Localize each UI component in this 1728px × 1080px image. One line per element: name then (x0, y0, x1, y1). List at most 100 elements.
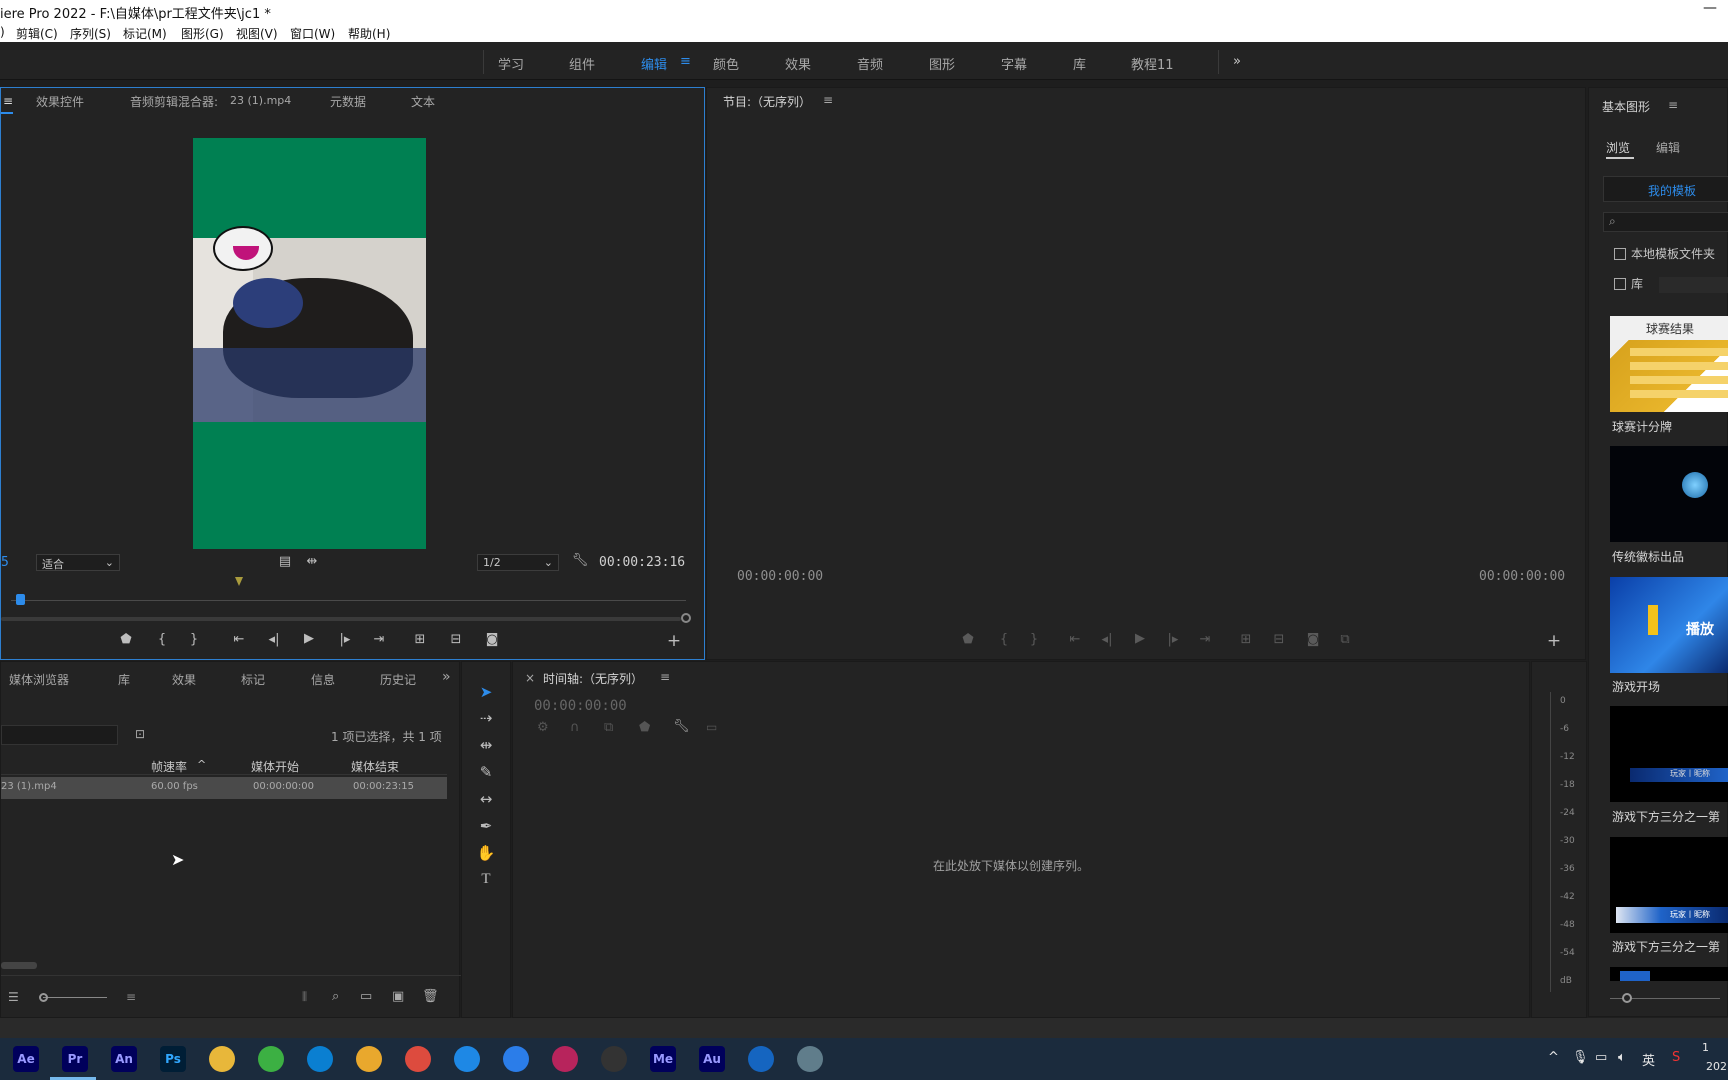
workspace-assembly[interactable]: 组件 (569, 54, 595, 73)
tab-history[interactable]: 历史记 (380, 671, 416, 688)
type-tool-icon[interactable]: T (473, 871, 499, 888)
template-thumb-lower-third-1[interactable]: 玩家丨昵称 (1610, 706, 1728, 802)
hand-tool-icon[interactable]: ✋ (473, 844, 499, 862)
column-frame-rate[interactable]: 帧速率 (151, 758, 187, 775)
source-video-frame[interactable] (193, 138, 426, 549)
workspace-overflow-icon[interactable]: » (1233, 54, 1241, 69)
template-thumb-scoreboard[interactable]: 球赛结果 (1610, 316, 1728, 412)
template-thumb-lower-third-2[interactable]: 玩家丨昵称 (1610, 837, 1728, 933)
step-back-icon[interactable]: ◂| (265, 632, 283, 647)
tab-effects[interactable]: 效果 (172, 671, 196, 688)
add-button-icon[interactable]: + (1545, 631, 1563, 651)
menu-item-view[interactable]: 视图(V) (236, 25, 278, 42)
workspace-libraries[interactable]: 库 (1073, 54, 1086, 73)
tab-edit[interactable]: 编辑 (1656, 139, 1680, 156)
find-icon[interactable]: ⊡ (135, 727, 145, 741)
mark-in-icon[interactable]: { (153, 632, 171, 647)
taskbar-app-icon[interactable] (258, 1046, 284, 1072)
slip-tool-icon[interactable]: ↔ (473, 790, 499, 808)
add-marker-icon[interactable]: ⬟ (639, 720, 650, 735)
workspace-captions[interactable]: 字幕 (1001, 54, 1027, 73)
microphone-icon[interactable]: 🎙︎ (1572, 1050, 1589, 1065)
taskbar-app-icon[interactable] (356, 1046, 382, 1072)
project-search-input[interactable] (1, 725, 118, 745)
tab-effect-controls[interactable]: 效果控件 (36, 93, 84, 110)
taskbar-app-icon[interactable] (552, 1046, 578, 1072)
menu-item-sequence[interactable]: 序列(S) (70, 25, 111, 42)
source-playhead-tc[interactable]: 5 (1, 555, 9, 570)
workspace-graphics[interactable]: 图形 (929, 54, 955, 73)
menu-item-partial[interactable]: ) (0, 25, 5, 39)
column-media-start[interactable]: 媒体开始 (251, 758, 299, 775)
tab-info[interactable]: 信息 (311, 671, 335, 688)
safe-margins-icon[interactable]: ▤ (276, 554, 294, 569)
fit-select[interactable]: 适合 ⌄ (36, 554, 120, 571)
go-to-out-icon[interactable]: ⇥ (370, 632, 388, 647)
menu-item-window[interactable]: 窗口(W) (290, 25, 335, 42)
taskbar-app-icon[interactable] (209, 1046, 235, 1072)
program-menu-icon[interactable]: ≡ (823, 93, 833, 107)
insert-icon[interactable]: ⊞ (411, 632, 429, 647)
linked-selection-icon[interactable]: ⧉ (604, 720, 613, 735)
volume-icon[interactable]: 🔈︎ (1618, 1050, 1626, 1065)
template-search-input[interactable]: ⌕ (1603, 212, 1728, 232)
wrench-icon[interactable]: 🔧︎ (571, 553, 589, 568)
taskbar-app-icon[interactable] (797, 1046, 823, 1072)
ime-indicator[interactable]: 英 (1642, 1050, 1655, 1069)
minimize-button[interactable]: — (1703, 0, 1717, 16)
insert-overwrite-icon[interactable]: ⇹ (303, 554, 321, 569)
checkbox-local-templates[interactable] (1614, 248, 1626, 260)
add-button-icon[interactable]: + (665, 631, 683, 651)
network-icon[interactable]: ▭ (1595, 1050, 1607, 1065)
wrench-icon[interactable]: 🔧︎ (673, 719, 690, 734)
program-title[interactable]: 节目:（无序列） (723, 93, 811, 110)
close-icon[interactable]: × (525, 671, 535, 685)
taskbar-app-icon[interactable] (601, 1046, 627, 1072)
tab-text[interactable]: 文本 (411, 93, 435, 110)
tab-libraries[interactable]: 库 (118, 671, 130, 688)
workspace-learn[interactable]: 学习 (498, 54, 524, 73)
add-marker-icon[interactable]: ⬟ (117, 632, 135, 647)
captions-icon[interactable]: ▭ (706, 720, 717, 734)
source-playhead[interactable] (16, 594, 25, 605)
tab-browse[interactable]: 浏览 (1606, 139, 1630, 156)
taskbar-app-icon[interactable]: Ae (13, 1046, 39, 1072)
timeline-tc[interactable]: 00:00:00:00 (534, 698, 627, 714)
taskbar-app-icon[interactable] (405, 1046, 431, 1072)
source-menu-icon[interactable]: ≡ (3, 94, 13, 108)
clock-time[interactable]: 1 (1702, 1041, 1709, 1054)
zoom-slider-handle[interactable] (39, 993, 48, 1002)
template-thumb-logo[interactable] (1610, 446, 1728, 542)
go-to-in-icon[interactable]: ⇤ (230, 632, 248, 647)
menu-item-marker[interactable]: 标记(M) (123, 25, 167, 42)
workspace-tutorial[interactable]: 教程11 (1131, 54, 1174, 73)
resolution-select[interactable]: 1/2 ⌄ (477, 554, 559, 571)
new-bin-icon[interactable]: ▭ (360, 989, 372, 1004)
taskbar-app-icon[interactable]: Pr (62, 1046, 88, 1072)
workspace-editing[interactable]: 编辑 (641, 54, 667, 73)
clock-date[interactable]: 202 (1706, 1060, 1727, 1073)
menu-item-clip[interactable]: 剪辑(C) (16, 25, 58, 42)
taskbar-app-icon[interactable]: Me (650, 1046, 676, 1072)
trash-icon[interactable]: 🗑︎ (422, 989, 439, 1004)
tab-audio-clip-mixer[interactable]: 音频剪辑混合器: (130, 93, 218, 110)
tab-markers[interactable]: 标记 (241, 671, 265, 688)
workspace-menu-icon[interactable]: ≡ (680, 54, 691, 69)
in-marker[interactable] (235, 577, 243, 586)
sort-icons-icon[interactable]: ≡ (126, 990, 136, 1004)
taskbar-app-icon[interactable]: Au (699, 1046, 725, 1072)
nest-icon[interactable]: ⚙ (537, 720, 549, 735)
panel-overflow-icon[interactable]: » (442, 669, 451, 685)
list-view-icon[interactable]: ☰ (8, 990, 19, 1004)
workspace-color[interactable]: 颜色 (713, 54, 739, 73)
workspace-audio[interactable]: 音频 (857, 54, 883, 73)
zoom-slider[interactable] (43, 997, 107, 998)
taskbar-app-icon[interactable] (454, 1046, 480, 1072)
timeline-menu-icon[interactable]: ≡ (660, 670, 670, 684)
tab-metadata[interactable]: 元数据 (330, 93, 366, 110)
razor-tool-icon[interactable]: ✎ (473, 763, 499, 781)
find-icon[interactable]: ⌕ (332, 989, 339, 1004)
taskbar-app-icon[interactable] (307, 1046, 333, 1072)
pen-tool-icon[interactable]: ✒ (473, 817, 499, 835)
sogou-icon[interactable]: S (1672, 1050, 1680, 1065)
